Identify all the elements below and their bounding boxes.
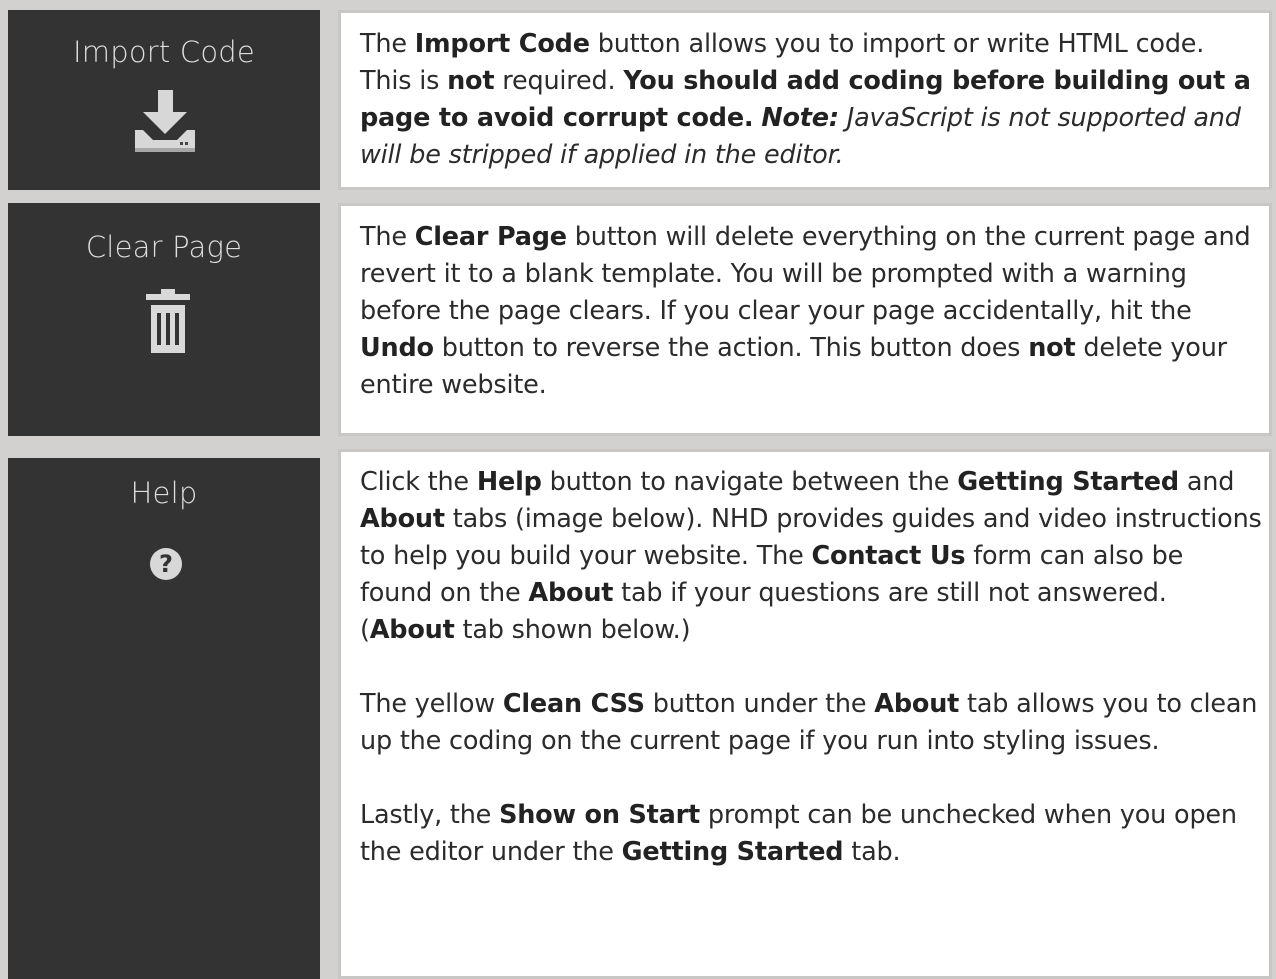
import-code-button[interactable]: Import Code xyxy=(8,10,320,190)
help-button[interactable]: Help ? xyxy=(8,458,320,979)
help-paragraph-1: Click the Help button to navigate betwee… xyxy=(360,467,1262,645)
clear-page-row: Clear Page The Clear Page button will de… xyxy=(8,203,1272,436)
help-description: Click the Help button to navigate betwee… xyxy=(360,464,1263,871)
help-icon-glyph: ? xyxy=(150,548,182,580)
import-code-description-panel: The Import Code button allows you to imp… xyxy=(338,10,1272,190)
import-code-row: Import Code The Import Code button allow… xyxy=(8,10,1272,190)
clear-page-button-label: Clear Page xyxy=(85,230,243,264)
import-code-description: The Import Code button allows you to imp… xyxy=(360,29,1251,170)
clear-page-description: The Clear Page button will delete everyt… xyxy=(360,222,1251,400)
trash-icon xyxy=(142,289,192,355)
clear-page-button[interactable]: Clear Page xyxy=(8,203,320,436)
help-icon: ? xyxy=(150,548,182,580)
help-paragraph-2: The yellow Clean CSS button under the Ab… xyxy=(360,689,1258,756)
import-code-button-label: Import Code xyxy=(73,35,255,69)
clear-page-description-panel: The Clear Page button will delete everyt… xyxy=(338,203,1272,436)
download-icon xyxy=(129,90,201,156)
help-row: Help ? Click the Help button to navigate… xyxy=(8,449,1272,979)
help-paragraph-3: Lastly, the Show on Start prompt can be … xyxy=(360,800,1237,867)
help-button-label: Help xyxy=(130,476,198,510)
help-description-panel: Click the Help button to navigate betwee… xyxy=(338,449,1272,979)
